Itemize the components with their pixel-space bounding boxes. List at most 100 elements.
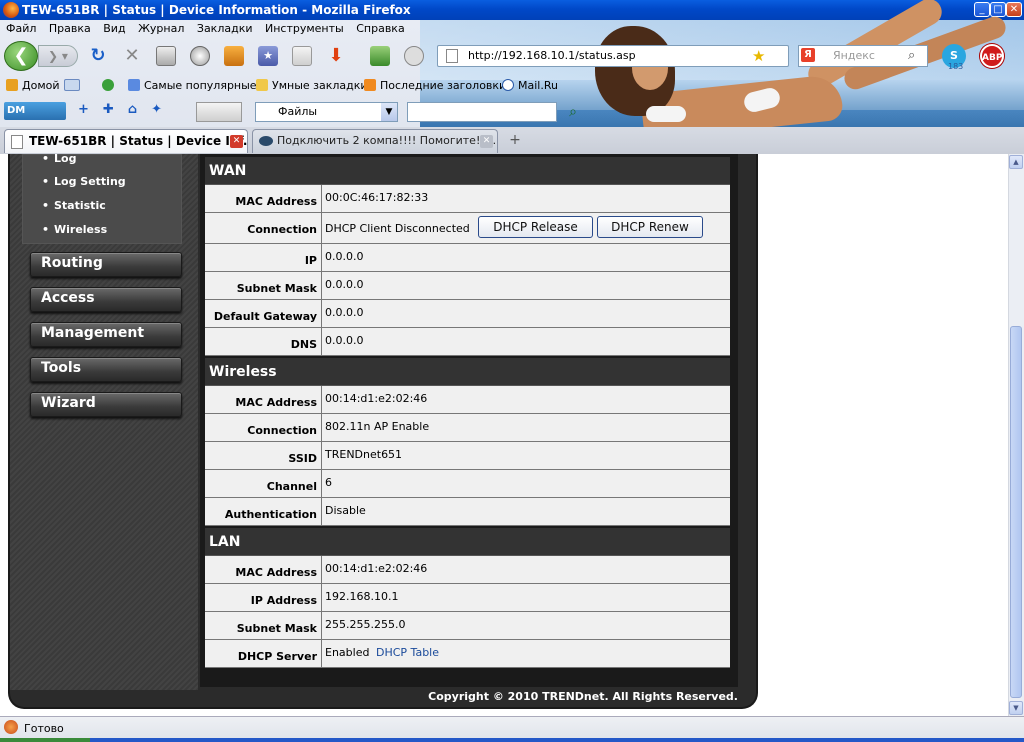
new-tab-button[interactable]: + [506, 131, 524, 149]
search-placeholder: Яндекс [833, 49, 875, 62]
toolbar-icons[interactable]: +✚⌂✦ [78, 102, 188, 120]
dhcp-renew-button[interactable]: DHCP Renew [597, 216, 703, 238]
page-icon [11, 135, 23, 149]
toolbar-search-input[interactable] [407, 102, 557, 122]
reload-icon[interactable]: ↻ [88, 46, 108, 66]
sidebar-item-log-setting[interactable]: Log Setting [42, 175, 126, 188]
row-label: Subnet Mask [205, 612, 322, 639]
row-value: Enabled [325, 646, 370, 659]
tab-router-status[interactable]: TEW-651BR | Status | Device Inf... ✕ [4, 129, 248, 153]
dm-toolbar-logo[interactable]: DM [4, 102, 66, 120]
menu-file[interactable]: Файл [6, 22, 36, 35]
row-label: Default Gateway [205, 300, 322, 327]
tools-button[interactable]: Tools [30, 357, 182, 382]
maximize-button[interactable]: □ [990, 2, 1006, 17]
close-button[interactable]: ✕ [1006, 2, 1022, 17]
arrow-down-icon[interactable]: ⬇ [326, 46, 346, 66]
files-select-value: Файлы [278, 105, 318, 118]
management-button[interactable]: Management [30, 322, 182, 347]
tab-label: Подключить 2 компа!!!! Помогите!!! ... [277, 134, 498, 147]
table-row: MAC Address 00:14:d1:e2:02:46 [205, 386, 730, 414]
tab-close-icon[interactable]: ✕ [480, 135, 493, 148]
scroll-down-icon[interactable]: ▼ [1009, 701, 1023, 715]
bookmark-latest-headlines[interactable]: Последние заголовки [364, 76, 506, 96]
download-icon[interactable] [224, 46, 244, 66]
window-title-bar: TEW-651BR | Status | Device Information … [0, 0, 1024, 20]
bookmark-label: Последние заголовки [380, 79, 507, 92]
minimize-button[interactable]: _ [974, 2, 990, 17]
row-value: 0.0.0.0 [325, 334, 364, 347]
row-value: 255.255.255.0 [325, 618, 406, 631]
history-icon[interactable] [190, 46, 210, 66]
bookmark-home[interactable]: Домой [6, 76, 60, 96]
sidebar-item-log[interactable]: Log [42, 154, 77, 165]
access-button[interactable]: Access [30, 287, 182, 312]
scroll-up-icon[interactable]: ▲ [1009, 155, 1023, 169]
rss-icon [364, 79, 376, 91]
routing-button[interactable]: Routing [30, 252, 182, 277]
sidebar-item-wireless[interactable]: Wireless [42, 223, 107, 236]
toolbar-search-icon[interactable]: ⌕ [562, 102, 584, 122]
bookmark-smart[interactable]: Умные закладки [256, 76, 368, 96]
bookmark-star-icon[interactable]: ★ [258, 46, 278, 66]
address-bar[interactable]: http://192.168.10.1/status.asp [437, 45, 789, 67]
menu-help[interactable]: Справка [356, 22, 404, 35]
mail-icon[interactable] [64, 76, 84, 96]
row-label: IP [205, 244, 322, 271]
menu-tools[interactable]: Инструменты [265, 22, 344, 35]
bookmark-label: Самые популярные [144, 79, 257, 92]
row-label: MAC Address [205, 185, 322, 212]
search-icon[interactable]: ⌕ [908, 48, 915, 63]
menu-view[interactable]: Вид [103, 22, 125, 35]
forum-icon [259, 136, 273, 146]
row-value: 00:14:d1:e2:02:46 [325, 562, 428, 575]
table-row: IP Address 192.168.10.1 [205, 584, 730, 612]
stop-icon[interactable]: ✕ [122, 46, 142, 66]
row-label: Authentication [205, 498, 322, 525]
row-label: Connection [205, 213, 322, 243]
skype-count: 183 [948, 62, 964, 71]
table-row: MAC Address 00:0C:46:17:82:33 [205, 185, 730, 213]
toolbar-blank-button[interactable] [196, 102, 242, 122]
table-row: Authentication Disable [205, 498, 730, 526]
dhcp-table-link[interactable]: DHCP Table [376, 640, 439, 667]
menu-bookmarks[interactable]: Закладки [197, 22, 253, 35]
back-button[interactable]: ❮ [4, 41, 38, 71]
address-url: http://192.168.10.1/status.asp [468, 49, 636, 62]
status-icon [4, 720, 18, 734]
tab-forum-thread[interactable]: Подключить 2 компа!!!! Помогите!!! ... ✕ [252, 129, 498, 153]
copy-icon[interactable] [292, 46, 312, 66]
table-row: SSID TRENDnet651 [205, 442, 730, 470]
copyright-text: Copyright © 2010 TRENDnet. All Rights Re… [428, 690, 738, 703]
table-row: Subnet Mask 255.255.255.0 [205, 612, 730, 640]
chat-icon[interactable] [404, 46, 424, 66]
bookmark-this-star-icon[interactable]: ★ [752, 47, 765, 65]
row-value: TRENDnet651 [325, 448, 403, 461]
adblock-icon[interactable]: ABP [980, 44, 1004, 68]
row-value: Disable [325, 504, 366, 517]
row-value: 0.0.0.0 [325, 306, 364, 319]
files-select[interactable]: Файлы ▼ [255, 102, 398, 122]
row-label: Connection [205, 414, 322, 441]
sidebar-item-statistic[interactable]: Statistic [42, 199, 106, 212]
row-value: 00:0C:46:17:82:33 [325, 191, 429, 204]
table-row: Connection DHCP Client Disconnected DHCP… [205, 213, 730, 244]
icq-icon[interactable] [102, 76, 118, 96]
menu-history[interactable]: Журнал [138, 22, 184, 35]
bookmark-mailru[interactable]: Mail.Ru [502, 76, 558, 96]
wizard-button[interactable]: Wizard [30, 392, 182, 417]
save-icon[interactable] [370, 46, 390, 66]
scrollbar-thumb[interactable] [1010, 326, 1022, 698]
print-icon[interactable] [156, 46, 176, 66]
bookmarks-toolbar: Домой Самые популярные Умные закладки По… [0, 76, 600, 96]
wireless-section-title: Wireless [205, 358, 730, 386]
bookmark-most-popular[interactable]: Самые популярные [128, 76, 257, 96]
forward-button[interactable]: ❯ ▾ [38, 45, 78, 67]
window-title: TEW-651BR | Status | Device Information … [22, 3, 411, 17]
yandex-icon[interactable]: Я [801, 48, 815, 62]
menu-edit[interactable]: Правка [49, 22, 91, 35]
dhcp-release-button[interactable]: DHCP Release [478, 216, 593, 238]
tab-close-icon[interactable]: ✕ [230, 135, 243, 148]
status-text: Готово [24, 722, 64, 735]
row-label: IP Address [205, 584, 322, 611]
